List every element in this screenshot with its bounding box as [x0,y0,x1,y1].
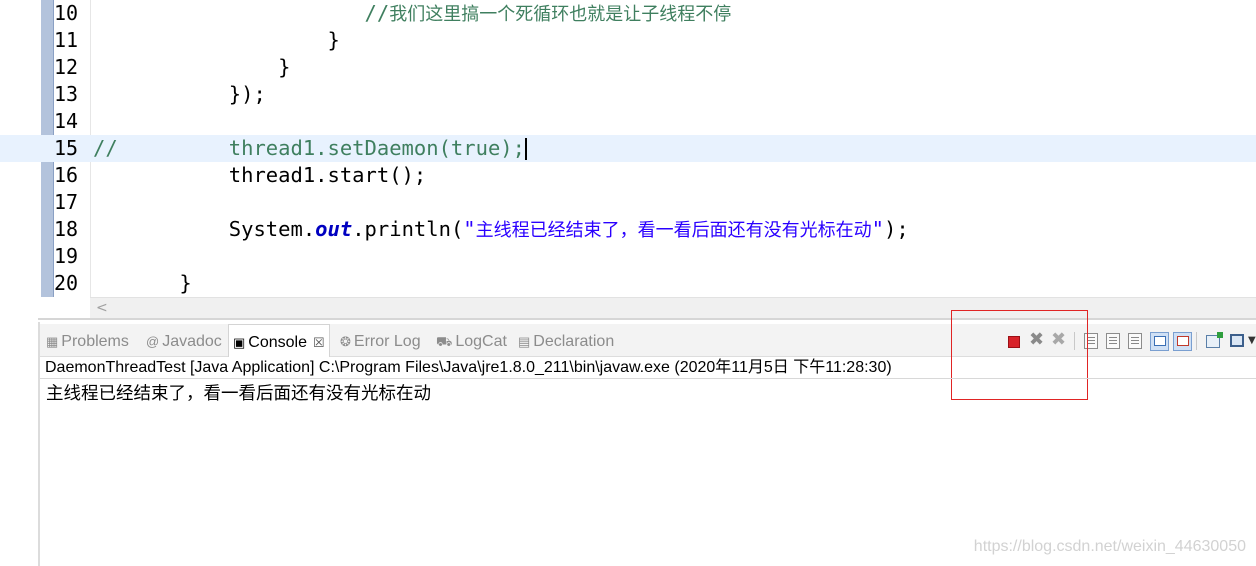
chevron-down-icon[interactable]: ▼ [1248,332,1256,349]
code-token: thread1.start(); [93,163,427,187]
code-line[interactable]: 14 [0,108,1256,135]
code-text[interactable]: thread1.start(); [93,162,427,189]
line-number: 19 [54,244,79,268]
text-cursor [524,138,527,160]
tab-label: LogCat [455,333,507,350]
word-wrap-icon[interactable] [1128,333,1142,349]
tab-declaration[interactable]: ▤ Declaration [518,324,614,356]
code-line[interactable]: 15 // thread1.setDaemon(true); [0,135,1256,162]
line-number: 14 [54,109,79,133]
red-highlight-box [951,310,1088,400]
tab-label: Javadoc [162,333,222,350]
tab-logcat[interactable]: ⛟ LogCat [436,324,507,356]
logcat-icon: ⛟ [436,334,453,349]
code-token: // [364,1,390,25]
tab-javadoc[interactable]: @ Javadoc [146,324,222,356]
horizontal-scrollbar[interactable]: < [90,297,1256,318]
close-icon[interactable]: ☒ [313,335,325,350]
code-token: .println( [352,217,464,241]
code-text[interactable]: }); [93,81,266,108]
tab-label: Error Log [353,333,421,350]
line-number: 16 [54,163,79,187]
code-line[interactable]: 12 } [0,54,1256,81]
remove-all-terminated-icon[interactable]: ✖ [1050,331,1067,349]
code-line[interactable]: 11 } [0,27,1256,54]
editor-divider [38,318,1256,320]
tab-label: Console [248,334,307,351]
watermark: https://blog.csdn.net/weixin_44630050 [973,538,1246,555]
tab-label: Declaration [533,333,615,350]
code-line[interactable]: 10 //我们这里搞一个死循环也就是让子线程不停 [0,0,1256,27]
code-token: thread1.setDaemon(true); [117,136,525,160]
code-token: System. [93,217,316,241]
code-token: } [93,55,291,79]
launch-info: DaemonThreadTest [Java Application] C:\P… [45,359,892,376]
clear-console-icon[interactable] [1084,333,1098,349]
line-number: 20 [54,271,79,295]
error-log-icon: ❂ [340,334,351,349]
console-view: ▦ Problems @ Javadoc ▣ Console ☒ ❂ Error Log ⛟ Log… [38,310,1256,566]
terminate-icon[interactable] [1008,336,1020,348]
code-token: ); [883,217,909,241]
code-text[interactable]: // thread1.setDaemon(true); [93,135,527,162]
toolbar-separator [1074,332,1075,350]
declaration-icon: ▤ [518,334,531,349]
remove-launch-icon[interactable]: ✖ [1028,331,1045,349]
pin-console-icon[interactable] [1206,332,1223,348]
console-icon: ▣ [233,335,246,350]
code-line[interactable]: 16 thread1.start(); [0,162,1256,189]
code-token: }); [93,82,266,106]
code-token: } [93,271,192,295]
code-text[interactable]: } [93,54,290,81]
javadoc-icon: @ [146,334,160,349]
code-line[interactable]: 19 [0,243,1256,270]
show-on-stdout-icon[interactable] [1150,332,1169,351]
tab-problems[interactable]: ▦ Problems [46,324,129,356]
code-editor[interactable]: 10 //我们这里搞一个死循环也就是让子线程不停 11 } 12 } 13 }); 14… [0,0,1256,320]
code-token: } [93,28,340,52]
scroll-left-icon[interactable]: < [96,298,108,318]
view-tab-bar: ▦ Problems @ Javadoc ▣ Console ☒ ❂ Error Log ⛟ Log… [40,310,1256,400]
line-number: 11 [54,28,79,52]
console-divider [40,378,1256,379]
code-token: 我们这里搞一个死循环也就是让子线程不停 [389,4,732,25]
code-token: " [463,217,476,241]
code-token: 主线程已经结束了，看一看后面还有没有光标在动 [475,220,872,241]
show-on-stderr-icon[interactable] [1173,332,1192,351]
tab-label: Problems [61,333,129,350]
code-text[interactable]: //我们这里搞一个死循环也就是让子线程不停 [93,0,732,27]
line-number: 10 [54,1,79,25]
code-line[interactable]: 20 } [0,270,1256,297]
code-token: " [871,217,884,241]
code-token: out [315,217,353,241]
code-line[interactable]: 17 [0,189,1256,216]
tab-error-log[interactable]: ❂ Error Log [340,324,421,356]
line-number: 13 [54,82,79,106]
line-number: 12 [54,55,79,79]
code-line[interactable]: 18 System.out.println("主线程已经结束了，看一看后面还有没… [0,216,1256,243]
line-number: 18 [54,217,79,241]
code-text[interactable]: System.out.println("主线程已经结束了，看一看后面还有没有光标… [93,216,909,243]
display-console-icon[interactable] [1230,334,1244,347]
scroll-lock-icon[interactable] [1106,333,1120,349]
code-token: // [93,136,118,160]
line-number: 17 [54,190,79,214]
code-line[interactable]: 13 }); [0,81,1256,108]
line-number: 15 [54,136,79,160]
console-output[interactable]: 主线程已经结束了，看一看后面还有没有光标在动 [46,381,431,407]
tab-console[interactable]: ▣ Console ☒ [228,324,330,357]
code-text[interactable]: } [93,270,192,297]
problems-icon: ▦ [46,334,59,349]
toolbar-separator [1196,332,1197,350]
code-text[interactable]: } [93,27,340,54]
